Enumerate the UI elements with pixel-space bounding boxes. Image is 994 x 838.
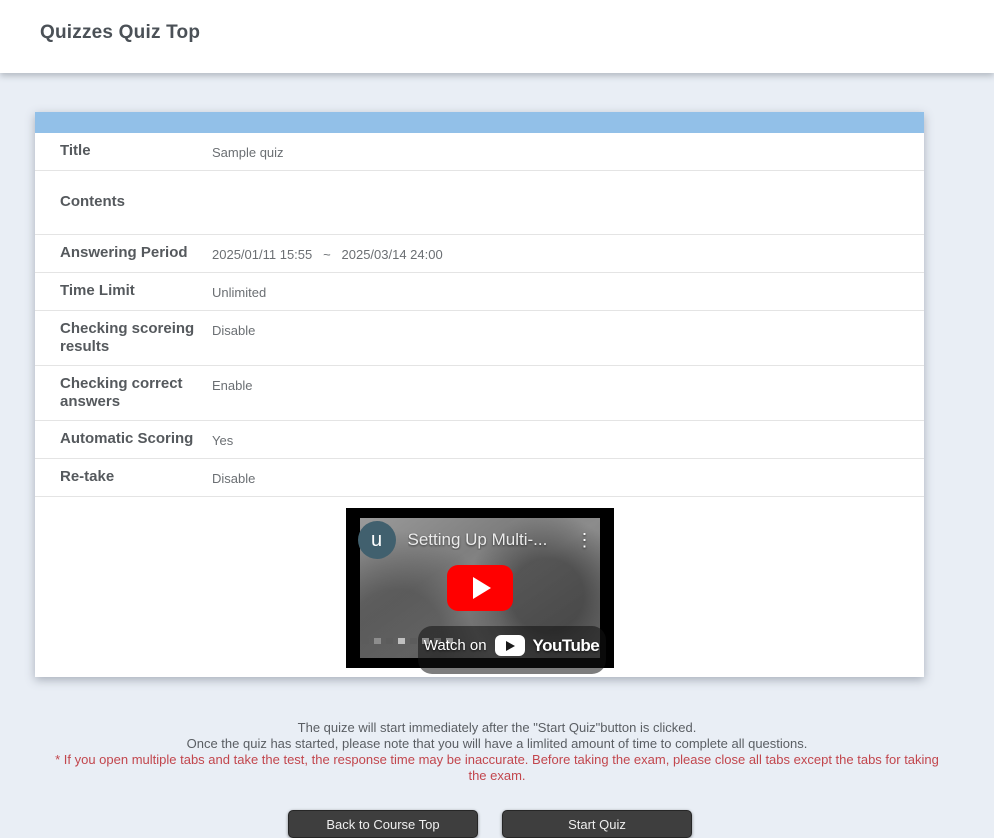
action-buttons: Back to Course Top Start Quiz <box>0 810 994 838</box>
table-row-checking-correct-answers: Checking correct answers Enable <box>35 366 924 421</box>
row-value: 2025/01/11 15:55 ~ 2025/03/14 24:00 <box>212 244 924 263</box>
page-title: Quizzes Quiz Top <box>0 0 994 44</box>
page-header: Quizzes Quiz Top <box>0 0 994 73</box>
quiz-info-card: Title Sample quiz Contents Answering Per… <box>35 112 924 677</box>
watch-on-label: Watch on <box>424 637 487 654</box>
watch-on-youtube-link[interactable]: Watch on YouTube <box>422 635 602 656</box>
youtube-play-icon <box>495 635 525 656</box>
youtube-wordmark: YouTube <box>533 636 600 656</box>
note-line-2: Once the quiz has started, please note t… <box>47 736 947 752</box>
video-topbar: u Setting Up Multi-... ⋮ <box>358 521 596 559</box>
row-label: Answering Period <box>35 244 212 262</box>
row-label: Automatic Scoring <box>35 430 212 448</box>
table-row-answering-period: Answering Period 2025/01/11 15:55 ~ 2025… <box>35 235 924 273</box>
row-value: Enable <box>212 375 924 394</box>
table-row-time-limit: Time Limit Unlimited <box>35 273 924 311</box>
row-label: Checking scoreing results <box>35 320 212 356</box>
play-icon <box>473 577 491 599</box>
table-row-retake: Re-take Disable <box>35 459 924 497</box>
row-label: Re-take <box>35 468 212 486</box>
note-line-1: The quize will start immediately after t… <box>47 720 947 736</box>
table-row-automatic-scoring: Automatic Scoring Yes <box>35 421 924 459</box>
quiz-notes: The quize will start immediately after t… <box>47 720 947 784</box>
start-quiz-button[interactable]: Start Quiz <box>502 810 692 838</box>
row-value: Unlimited <box>212 282 924 301</box>
row-label: Time Limit <box>35 282 212 300</box>
row-value: Yes <box>212 430 924 449</box>
video-title-link[interactable]: Setting Up Multi-... <box>408 530 574 550</box>
row-value <box>212 193 924 195</box>
kebab-menu-icon[interactable]: ⋮ <box>574 531 596 549</box>
youtube-embed[interactable]: u Setting Up Multi-... ⋮ Watch on YouTub… <box>346 508 614 668</box>
note-warning: * If you open multiple tabs and take the… <box>47 752 947 784</box>
row-value: Sample quiz <box>212 142 924 161</box>
row-value: Disable <box>212 320 924 339</box>
row-label: Contents <box>35 193 212 211</box>
table-row-contents: Contents <box>35 171 924 235</box>
row-value: Disable <box>212 468 924 487</box>
table-row-title: Title Sample quiz <box>35 133 924 171</box>
back-to-course-top-button[interactable]: Back to Course Top <box>288 810 478 838</box>
play-button[interactable] <box>447 565 513 611</box>
card-accent-bar <box>35 112 924 133</box>
channel-avatar[interactable]: u <box>358 521 396 559</box>
row-label: Checking correct answers <box>35 375 212 411</box>
table-row-checking-scoring-results: Checking scoreing results Disable <box>35 311 924 366</box>
video-section: u Setting Up Multi-... ⋮ Watch on YouTub… <box>35 497 924 677</box>
row-label: Title <box>35 142 212 160</box>
